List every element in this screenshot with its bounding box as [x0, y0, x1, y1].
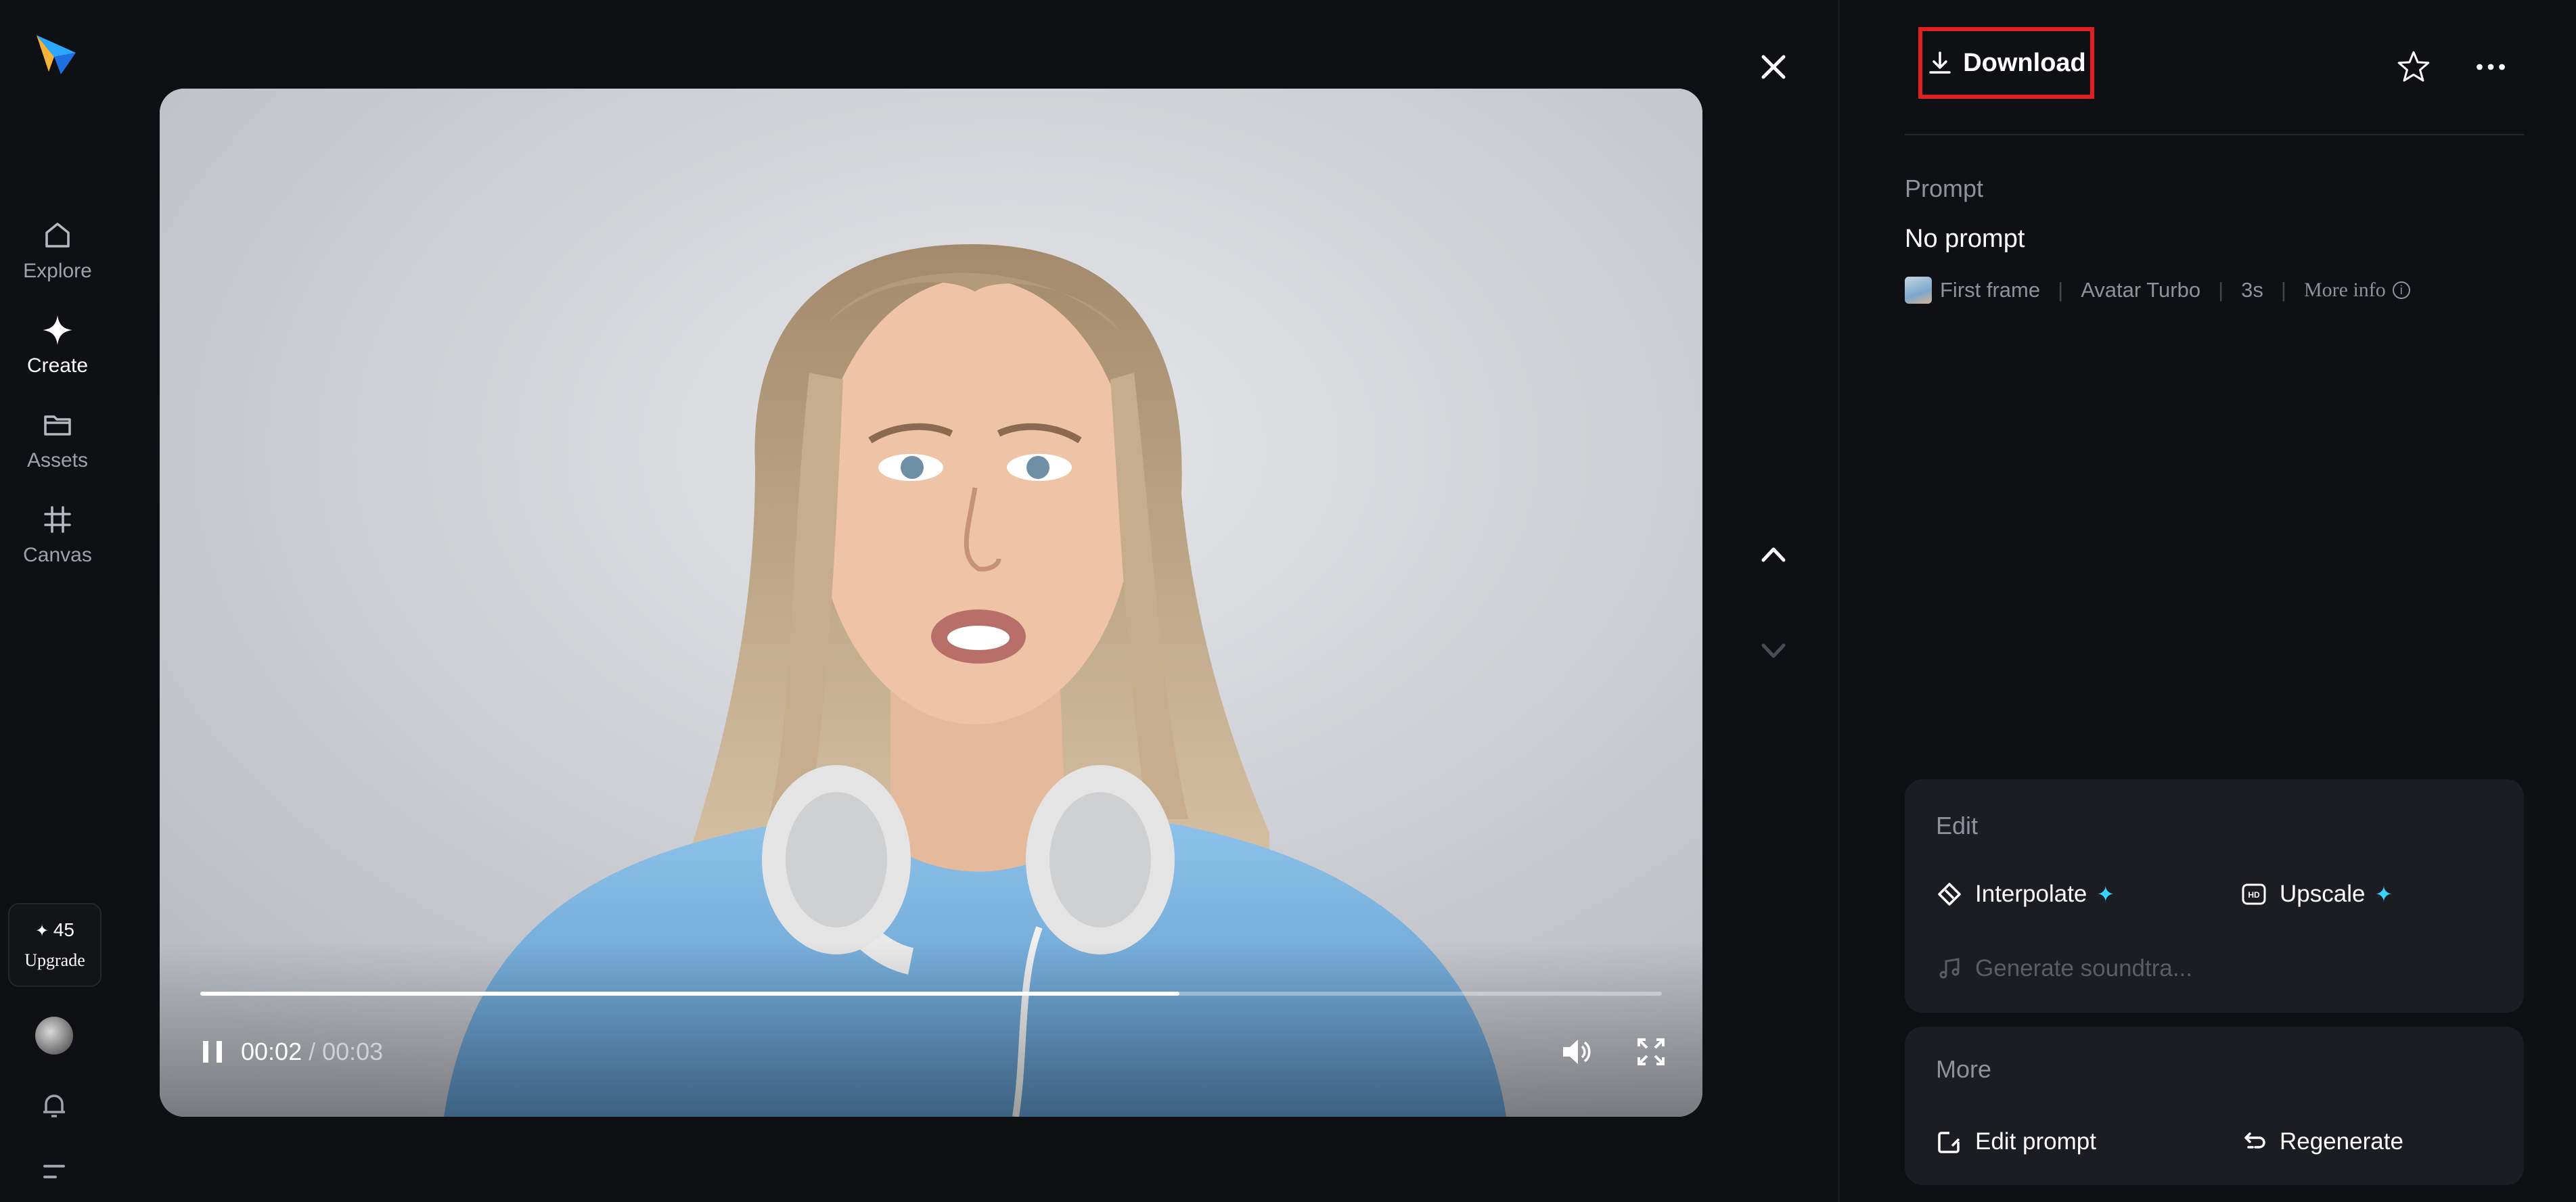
pause-button[interactable]: [198, 1036, 227, 1068]
music-note-icon: [1939, 958, 1960, 979]
hd-icon: HD: [2242, 883, 2266, 905]
generation-meta: First frame | Avatar Turbo | 3s | More i…: [1905, 276, 2410, 304]
first-frame-thumbnail: [1905, 277, 1932, 304]
more-horizontal-icon: [2477, 64, 2505, 70]
next-item-button[interactable]: [1754, 630, 1793, 670]
chevron-up-icon: [1761, 547, 1786, 562]
fullscreen-icon: [1637, 1038, 1665, 1065]
menu-icon[interactable]: [41, 1158, 68, 1185]
svg-text:HD: HD: [2248, 890, 2260, 900]
upgrade-button[interactable]: 45 Upgrade: [8, 903, 101, 987]
sidebar-item-assets[interactable]: Assets: [0, 407, 115, 482]
sparkle-icon: [43, 315, 72, 345]
fullscreen-button[interactable]: [1635, 1036, 1667, 1068]
upscale-label: Upscale: [2280, 881, 2366, 907]
favorite-button[interactable]: [2393, 46, 2435, 88]
total-time: / 00:03: [309, 1038, 384, 1065]
more-options-button[interactable]: [2470, 46, 2512, 88]
edit-prompt-button[interactable]: Edit prompt: [1936, 1126, 2096, 1158]
edit-heading: Edit: [1936, 812, 1979, 839]
more-card: More: [1905, 1027, 2524, 1185]
upgrade-label: Upgrade: [24, 950, 85, 970]
sidebar-item-label: Explore: [23, 260, 92, 282]
model-name: Avatar Turbo: [2081, 278, 2201, 302]
meta-separator: |: [2218, 278, 2224, 302]
header-divider: [1905, 134, 2524, 135]
chevron-down-icon: [1761, 643, 1786, 658]
sidebar-item-explore[interactable]: Explore: [0, 218, 115, 292]
interpolate-icon: [1938, 883, 1961, 906]
prompt-text: No prompt: [1905, 225, 2025, 253]
controls-shade: [160, 941, 1702, 1117]
bell-icon[interactable]: [38, 1089, 70, 1122]
left-rail: Explore Create Assets Canvas 45 Upgrade: [0, 0, 115, 1202]
progress-bar[interactable]: [200, 992, 1662, 996]
credits-count: 45: [35, 919, 74, 941]
playback-time: 00:02 / 00:03: [241, 1036, 383, 1068]
sparkle-icon: ✦: [2374, 882, 2393, 906]
interpolate-button[interactable]: Interpolate ✦: [1936, 878, 2115, 910]
folder-icon: [44, 415, 71, 436]
generate-soundtrack-button: Generate soundtra...: [1936, 952, 2192, 985]
download-button[interactable]: Download: [1918, 27, 2094, 99]
regenerate-button[interactable]: Regenerate: [2240, 1126, 2403, 1158]
more-info-link[interactable]: More info: [2304, 279, 2386, 302]
prompt-heading: Prompt: [1905, 175, 1984, 202]
app-logo-icon[interactable]: [34, 32, 78, 77]
grid-icon: [44, 506, 71, 533]
sidebar-item-label: Assets: [26, 449, 89, 471]
edit-prompt-label: Edit prompt: [1975, 1128, 2096, 1155]
more-heading: More: [1936, 1055, 1992, 1083]
close-icon: [1761, 55, 1786, 79]
sidebar-item-label: Canvas: [23, 544, 92, 566]
sidebar-item-canvas[interactable]: Canvas: [0, 502, 115, 576]
pause-icon: [203, 1041, 222, 1063]
regenerate-label: Regenerate: [2280, 1128, 2403, 1155]
info-icon[interactable]: i: [2392, 281, 2410, 299]
download-icon: [1929, 51, 1951, 74]
volume-icon: [1563, 1040, 1591, 1064]
interpolate-label: Interpolate: [1975, 881, 2087, 907]
avatar[interactable]: [35, 1017, 73, 1055]
sidebar-item-label: Create: [26, 354, 89, 377]
home-icon: [45, 223, 70, 248]
edit-icon: [1938, 1132, 1960, 1153]
sparkle-icon: ✦: [2096, 882, 2115, 906]
download-label: Download: [1963, 48, 2086, 77]
previous-item-button[interactable]: [1754, 534, 1793, 574]
meta-separator: |: [2280, 278, 2286, 302]
progress-fill: [200, 992, 1180, 996]
sidebar-item-create[interactable]: Create: [0, 313, 115, 387]
volume-button[interactable]: [1559, 1036, 1594, 1068]
meta-separator: |: [2058, 278, 2064, 302]
first-frame-label: First frame: [1940, 278, 2041, 302]
current-time: 00:02: [241, 1038, 302, 1065]
duration: 3s: [2241, 278, 2263, 302]
soundtrack-label: Generate soundtra...: [1975, 955, 2193, 981]
star-icon: [2397, 51, 2430, 82]
video-player[interactable]: 00:02 / 00:03: [160, 89, 1702, 1117]
panel-divider: [1838, 0, 1840, 1202]
regenerate-icon: [2244, 1132, 2265, 1149]
upscale-button[interactable]: HD Upscale ✦: [2240, 878, 2393, 910]
close-button[interactable]: [1754, 47, 1793, 87]
